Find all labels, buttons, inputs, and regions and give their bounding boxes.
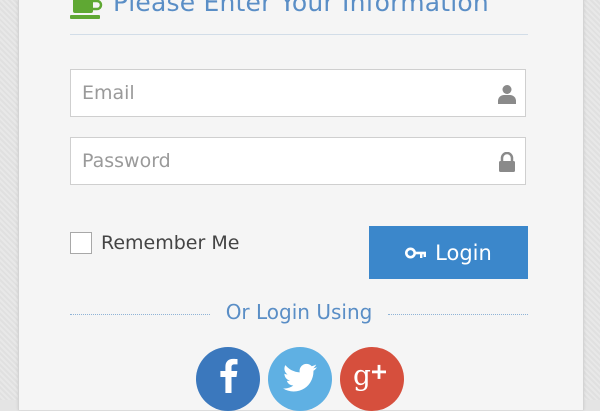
- lock-icon: [499, 152, 515, 172]
- login-button-label: Login: [435, 240, 492, 265]
- svg-text:g: g: [353, 359, 371, 392]
- email-field-container: [70, 69, 526, 117]
- email-input[interactable]: [71, 70, 525, 116]
- login-button[interactable]: Login: [369, 226, 528, 279]
- password-input[interactable]: [71, 138, 525, 184]
- google-plus-icon: g: [353, 359, 386, 392]
- facebook-icon: [220, 358, 238, 393]
- page-title: Please Enter Your Information: [113, 0, 489, 17]
- password-field-container: [70, 137, 526, 185]
- form-heading: Please Enter Your Information: [70, 0, 528, 35]
- key-icon: [405, 247, 427, 258]
- google-plus-login-button[interactable]: g: [340, 347, 404, 411]
- remember-me-checkbox[interactable]: [70, 232, 92, 254]
- twitter-login-button[interactable]: [268, 347, 332, 411]
- or-login-text: Or Login Using: [225, 300, 373, 324]
- coffee-cup-icon: [70, 0, 103, 19]
- remember-me: Remember Me: [70, 230, 239, 256]
- or-login-divider: Or Login Using: [70, 300, 528, 328]
- twitter-icon: [283, 363, 317, 392]
- background-edge-right: [582, 0, 600, 400]
- remember-me-label[interactable]: Remember Me: [101, 232, 239, 254]
- facebook-login-button[interactable]: [196, 347, 260, 411]
- background-edge-left: [0, 0, 18, 400]
- user-icon: [498, 85, 516, 104]
